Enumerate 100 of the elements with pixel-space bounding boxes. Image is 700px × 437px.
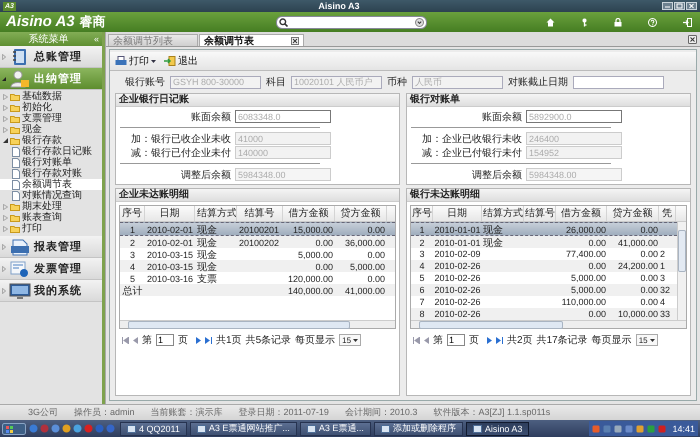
table-row[interactable]: 3 2010-03-15 现金 5,000.00 0.00	[120, 248, 395, 260]
expander-icon[interactable]	[2, 76, 6, 82]
scrollbar[interactable]	[411, 320, 686, 328]
column-header[interactable]: 结算号	[237, 206, 283, 221]
column-header[interactable]: 序号	[411, 206, 433, 221]
table-row[interactable]: 4 2010-02-26 0.00 24,200.00 1	[411, 260, 677, 272]
next-page-icon[interactable]	[487, 336, 492, 344]
tree-item[interactable]: 支票管理	[0, 113, 102, 124]
column-header[interactable]: 凭	[659, 206, 676, 221]
page-count: 共1页	[216, 334, 242, 347]
window-icon	[380, 424, 390, 432]
next-page-icon[interactable]	[196, 336, 201, 344]
tree-item[interactable]: 银行存款日记账	[0, 146, 102, 157]
tree-item[interactable]: 打印	[0, 223, 102, 234]
close-icon[interactable]	[688, 35, 697, 44]
search-field[interactable]	[276, 16, 427, 28]
table-cell-text: 1	[659, 261, 666, 271]
module-header[interactable]: 我的系统	[0, 280, 102, 302]
tree-item[interactable]: 对账情况查询	[0, 190, 102, 201]
table-cell-text: 0.00	[639, 285, 659, 295]
taskbar-button[interactable]: 4 QQ2011	[120, 422, 187, 436]
taskbar-button[interactable]: A3 E票通...	[300, 422, 371, 436]
module-header[interactable]: 总账管理	[0, 46, 102, 68]
tree-item[interactable]: 银行存款对账	[0, 168, 102, 179]
minimize-icon[interactable]	[662, 2, 673, 10]
table-cell-text: 24,200.00	[616, 261, 659, 271]
table-row[interactable]: 5 2010-03-16 支票 120,000.00 0.00	[120, 272, 395, 284]
module-header[interactable]: 发票管理	[0, 258, 102, 280]
column-header[interactable]: 借方金额	[556, 206, 607, 221]
tree-item[interactable]: 期末处理	[0, 201, 102, 212]
exit-icon	[164, 56, 176, 66]
toolbar-button[interactable]: 打印	[113, 53, 158, 69]
table-cell-text: 2010-03-15	[146, 262, 194, 272]
table-cell-text: 现金	[196, 249, 218, 262]
table-cell-text: 2010-03-15	[146, 250, 194, 260]
table-row[interactable]: 1 2010-01-01 现金 26,000.00 0.00	[411, 222, 677, 236]
taskbar-button[interactable]: A3 E票通网站推广...	[190, 422, 297, 436]
tree-item[interactable]: 账表查询	[0, 212, 102, 223]
table-row[interactable]: 7 2010-02-26 110,000.00 0.00 4	[411, 296, 677, 308]
table-cell-text: 2010-02-01	[146, 238, 194, 248]
close-icon[interactable]	[291, 36, 299, 44]
table-cell-text: 7	[418, 297, 426, 307]
first-page-icon[interactable]	[413, 336, 420, 344]
table-row[interactable]: 1 2010-02-01 现金 20100201 15,000.00 0.00	[120, 222, 395, 236]
toolbar-button[interactable]: 退出	[162, 53, 200, 69]
table-row[interactable]: 4 2010-03-15 现金 0.00 5,000.00	[120, 260, 395, 272]
last-page-icon[interactable]	[496, 336, 503, 344]
home-icon[interactable]	[546, 18, 555, 26]
previous-page-icon[interactable]	[424, 336, 429, 344]
page-count: 共2页	[507, 334, 533, 347]
table-row[interactable]: 6 2010-02-26 5,000.00 0.00 32	[411, 284, 677, 296]
table-cell-text: 41,000.00	[344, 286, 386, 296]
dropdown-icon[interactable]	[415, 18, 424, 26]
lock-icon[interactable]	[614, 18, 622, 26]
previous-page-icon[interactable]	[133, 336, 138, 344]
table-row[interactable]: 8 2010-02-26 0.00 10,000.00 33	[411, 308, 677, 320]
table-cell: 2010-02-26	[433, 261, 482, 271]
record-count: 共17条记录	[536, 334, 588, 347]
input-field[interactable]	[573, 76, 664, 88]
table-cell-text: 支票	[196, 272, 218, 286]
field-label: 银行账号	[125, 76, 165, 89]
column-header[interactable]: 结算方式	[482, 206, 524, 221]
maximize-icon[interactable]	[674, 2, 685, 10]
table-cell-text: 4	[659, 297, 666, 307]
expander-icon[interactable]	[3, 138, 8, 144]
taskbar-button[interactable]: Aisino A3	[466, 422, 530, 436]
tree-item[interactable]: 银行存款	[0, 135, 102, 146]
taskbar-button[interactable]: 添加或删除程序	[374, 422, 463, 436]
first-page-icon[interactable]	[122, 336, 129, 344]
table-row[interactable]: 5 2010-02-26 5,000.00 0.00 3	[411, 272, 677, 284]
table-row[interactable]: 2 2010-01-01 现金 0.00 41,000.00	[411, 236, 677, 248]
column-header[interactable]: 结算号	[524, 206, 556, 221]
column-header[interactable]: 贷方金额	[335, 206, 387, 221]
key-icon[interactable]	[581, 18, 588, 26]
tree-item[interactable]: 基础数据	[0, 91, 102, 102]
page-size-select[interactable]: 15	[339, 334, 362, 346]
table-row[interactable]: 3 2010-02-09 77,400.00 0.00 2	[411, 248, 677, 260]
column-header[interactable]: 序号	[120, 206, 145, 221]
start-icon[interactable]	[2, 422, 26, 434]
column-header[interactable]: 日期	[145, 206, 195, 221]
tree-item[interactable]: 初始化	[0, 102, 102, 113]
column-header[interactable]: 借方金额	[283, 206, 335, 221]
scrollbar[interactable]	[677, 222, 686, 320]
page-field[interactable]: 1	[447, 334, 465, 346]
table-row[interactable]: 2 2010-02-01 现金 20100202 0.00 36,000.00	[120, 236, 395, 248]
column-header[interactable]: 日期	[433, 206, 482, 221]
module-header[interactable]: 报表管理	[0, 236, 102, 258]
field-label: 账面余额	[481, 110, 522, 124]
table-cell-text: 5,000.00	[570, 285, 607, 295]
tree-item[interactable]: 银行对账单	[0, 157, 102, 168]
exit-icon[interactable]	[683, 18, 692, 26]
caret-icon	[650, 338, 655, 342]
tab[interactable]: 余额调节表	[199, 34, 304, 46]
page-size-select[interactable]: 15	[636, 334, 658, 346]
tree-item[interactable]: 现金	[0, 124, 102, 135]
page-field[interactable]: 1	[156, 334, 174, 346]
help-icon[interactable]	[648, 18, 657, 26]
column-header[interactable]: 贷方金额	[607, 206, 659, 221]
scrollbar[interactable]	[120, 320, 395, 328]
last-page-icon[interactable]	[205, 336, 212, 344]
